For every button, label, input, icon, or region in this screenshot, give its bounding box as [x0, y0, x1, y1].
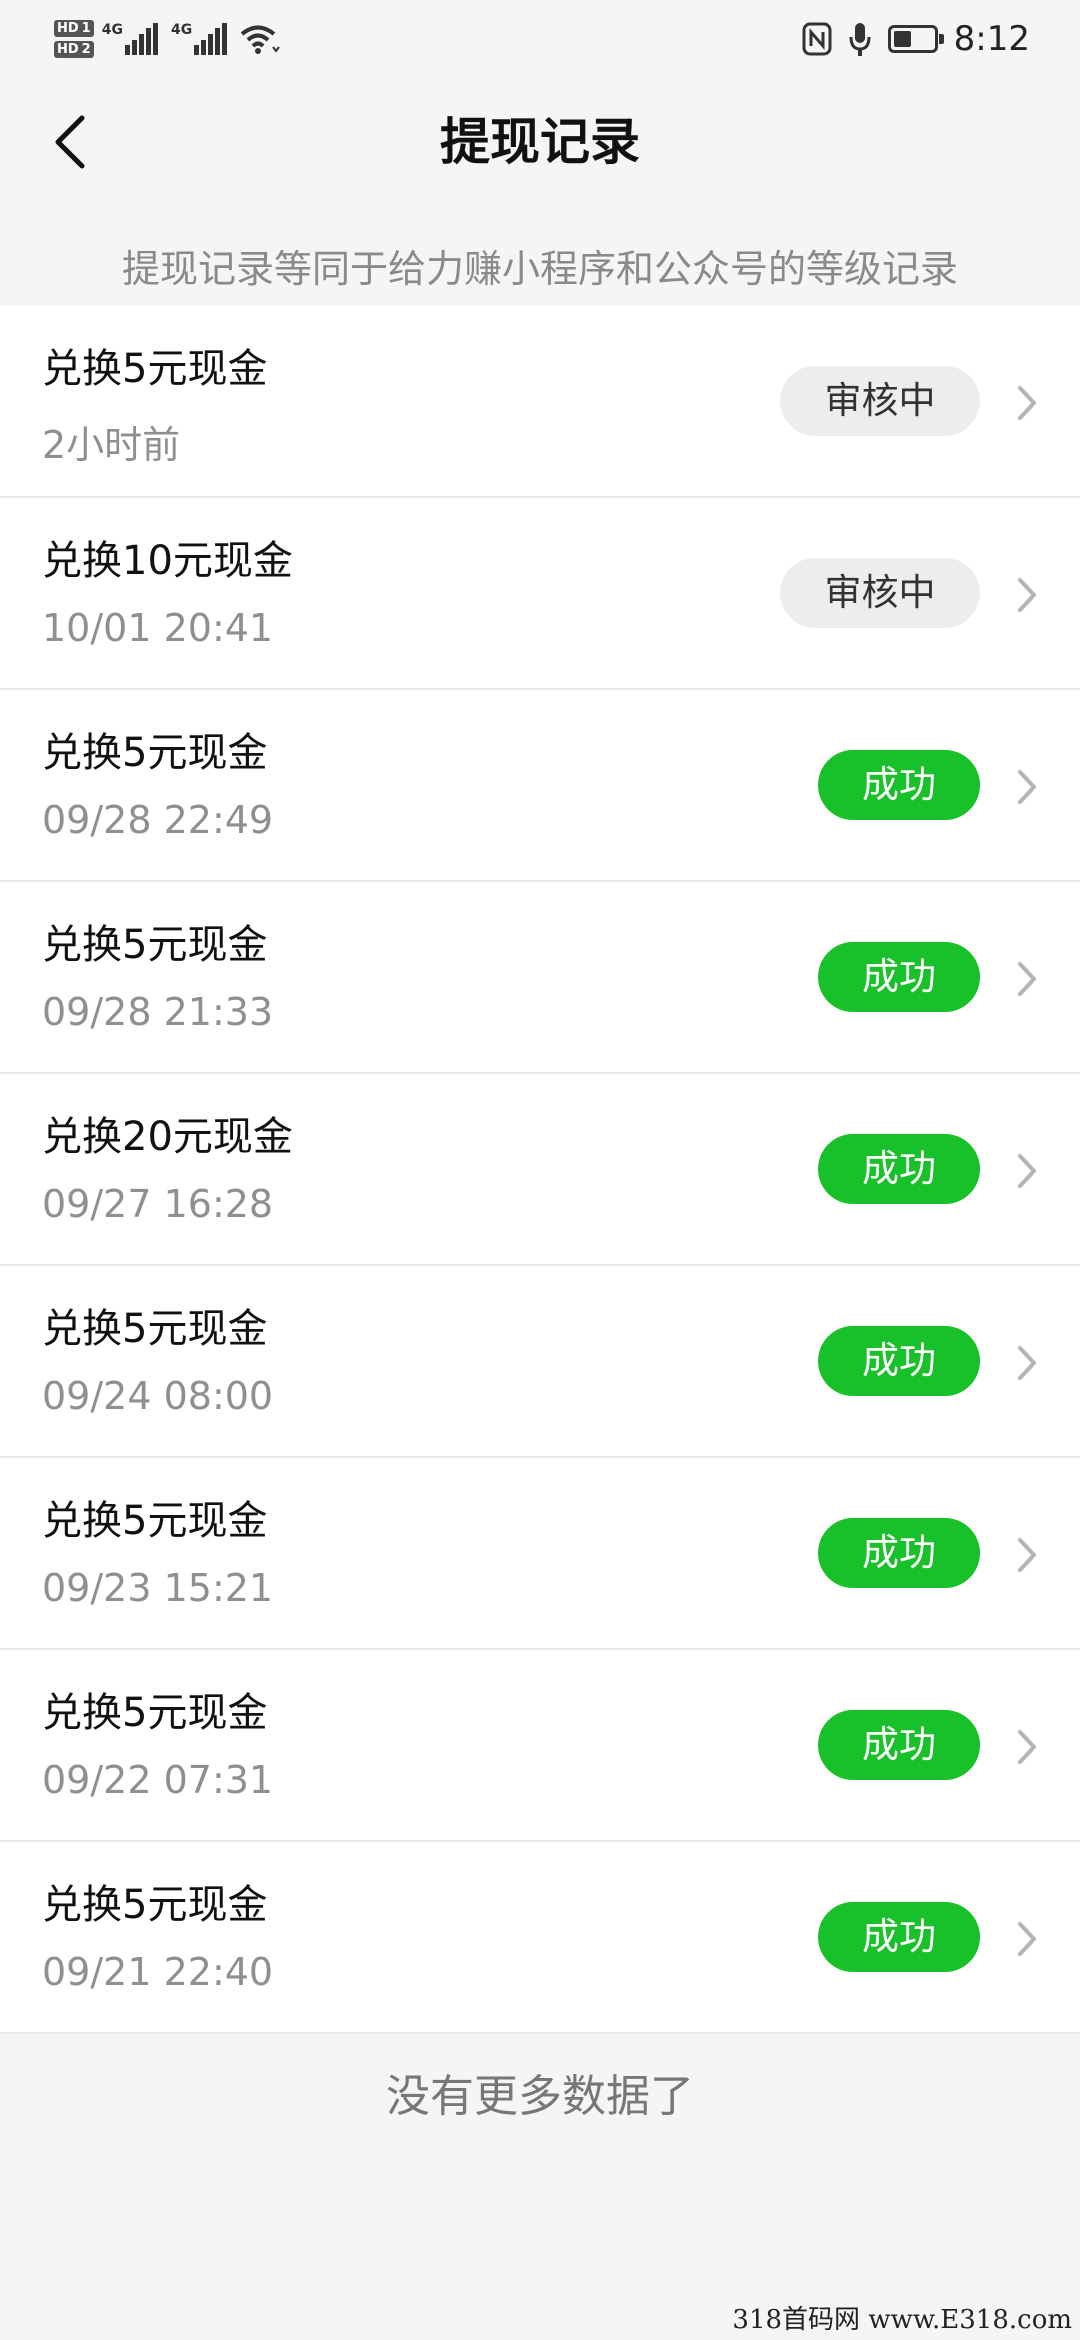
record-name: 兑换5元现金 [42, 346, 268, 392]
record-row[interactable]: 兑换5元现金 2小时前 审核中 [0, 306, 1080, 498]
chevron-right-icon [1018, 1922, 1036, 1956]
record-time: 09/28 22:49 [42, 798, 274, 842]
hd-badge-2: HD 2 [54, 41, 94, 58]
record-name: 兑换20元现金 [42, 1114, 293, 1160]
chevron-right-icon [1018, 1730, 1036, 1764]
no-more-data-text: 没有更多数据了 [386, 2071, 694, 2122]
status-right: 8:12 [802, 16, 1030, 62]
status-left: HD 1 HD 2 4G 4G [54, 14, 280, 64]
hd-badge-1: HD 1 [54, 20, 94, 37]
record-time: 10/01 20:41 [42, 606, 274, 650]
record-time: 09/24 08:00 [42, 1374, 274, 1418]
chevron-right-icon [1018, 770, 1036, 804]
network-type-1: 4G [101, 22, 123, 38]
record-row[interactable]: 兑换5元现金 09/23 15:21 成功 [0, 1458, 1080, 1650]
record-row[interactable]: 兑换5元现金 09/22 07:31 成功 [0, 1650, 1080, 1842]
status-badge: 成功 [818, 942, 980, 1012]
watermark: 318首码网 www.E318.com [732, 2305, 1072, 2335]
sim-indicators: HD 1 HD 2 [54, 20, 94, 58]
record-row[interactable]: 兑换5元现金 09/21 22:40 成功 [0, 1842, 1080, 2034]
nfc-icon [802, 22, 832, 56]
status-badge: 成功 [818, 1902, 980, 1972]
record-row[interactable]: 兑换5元现金 09/28 22:49 成功 [0, 690, 1080, 882]
chevron-right-icon [1018, 962, 1036, 996]
record-time: 09/21 22:40 [42, 1950, 274, 1994]
record-name: 兑换5元现金 [42, 1690, 268, 1736]
battery-icon [887, 25, 944, 53]
record-row[interactable]: 兑换5元现金 09/28 21:33 成功 [0, 882, 1080, 1074]
chevron-right-icon [1018, 386, 1036, 420]
record-name: 兑换5元现金 [42, 1498, 268, 1544]
wifi-icon [240, 25, 280, 54]
record-name: 兑换5元现金 [42, 922, 268, 968]
record-row[interactable]: 兑换10元现金 10/01 20:41 审核中 [0, 498, 1080, 690]
record-name: 兑换5元现金 [42, 1306, 268, 1352]
status-badge: 审核中 [780, 366, 980, 436]
network-type-2: 4G [170, 22, 193, 38]
record-row[interactable]: 兑换20元现金 09/27 16:28 成功 [0, 1074, 1080, 1266]
chevron-right-icon [1018, 1346, 1036, 1380]
record-time: 09/28 21:33 [42, 990, 274, 1034]
status-badge: 成功 [818, 750, 980, 820]
signal-bars-icon [194, 23, 228, 55]
record-name: 兑换5元现金 [42, 730, 268, 776]
back-button[interactable] [30, 102, 110, 182]
status-bar: HD 1 HD 2 4G 4G 8:12 [0, 0, 1080, 78]
record-time: 2小时前 [42, 423, 181, 467]
signal-2: 4G [171, 23, 228, 55]
signal-1: 4G [102, 23, 159, 55]
status-badge: 成功 [818, 1518, 980, 1588]
record-name: 兑换10元现金 [42, 538, 293, 584]
signal-bars-icon [124, 23, 158, 55]
record-row[interactable]: 兑换5元现金 09/24 08:00 成功 [0, 1266, 1080, 1458]
chevron-right-icon [1018, 1538, 1036, 1572]
withdrawal-record-list: 兑换5元现金 2小时前 审核中 兑换10元现金 10/01 20:41 审核中 兑换5元现金… [0, 306, 1080, 2034]
chevron-right-icon [1018, 1154, 1036, 1188]
page-title: 提现记录 [440, 113, 640, 171]
record-time: 09/22 07:31 [42, 1758, 274, 1802]
status-badge: 审核中 [780, 558, 980, 628]
microphone-icon [849, 23, 871, 56]
title-bar: 提现记录 [0, 78, 1080, 206]
clock: 8:12 [953, 19, 1030, 59]
status-badge: 成功 [818, 1326, 980, 1396]
chevron-left-icon [55, 115, 85, 169]
record-time: 09/27 16:28 [42, 1182, 274, 1226]
record-name: 兑换5元现金 [42, 1882, 268, 1928]
notice-text: 提现记录等同于给力赚小程序和公众号的等级记录 [0, 206, 1080, 306]
status-badge: 成功 [818, 1710, 980, 1780]
record-time: 09/23 15:21 [42, 1566, 274, 1610]
battery-level [893, 31, 911, 47]
chevron-right-icon [1018, 578, 1036, 612]
status-badge: 成功 [818, 1134, 980, 1204]
